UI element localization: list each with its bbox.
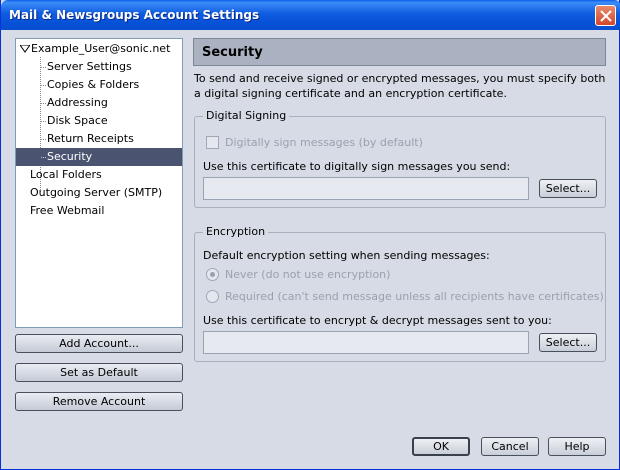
close-button[interactable] — [595, 5, 616, 26]
tree-item-label: Outgoing Server (SMTP) — [30, 186, 163, 199]
remove-account-button[interactable]: Remove Account — [15, 392, 183, 411]
encryption-group: Encryption Default encryption setting wh… — [194, 225, 606, 362]
tree-item-label: Return Receipts — [47, 132, 134, 145]
tree-item-server-settings[interactable]: Server Settings — [41, 58, 182, 76]
tree-item-label: Free Webmail — [30, 204, 105, 217]
tree-item-account[interactable]: Example_User@sonic.net — [16, 40, 182, 58]
panel-header: Security — [193, 38, 606, 66]
ok-button[interactable]: OK — [412, 437, 470, 456]
expand-twisty-icon[interactable] — [20, 45, 30, 53]
sign-messages-label: Digitally sign messages (by default) — [225, 136, 423, 149]
tree-item-outgoing-server[interactable]: Outgoing Server (SMTP) — [30, 184, 182, 202]
tree-branch — [41, 139, 46, 140]
tree-branch — [41, 85, 46, 86]
set-as-default-button[interactable]: Set as Default — [15, 363, 183, 382]
tree-item-addressing[interactable]: Addressing — [41, 94, 182, 112]
encryption-cert-field[interactable] — [203, 331, 529, 354]
signing-cert-field[interactable] — [203, 177, 529, 200]
tree-item-label: Addressing — [47, 96, 108, 109]
tree-item-label: Example_User@sonic.net — [31, 42, 171, 55]
encryption-cert-label: Use this certificate to encrypt & decryp… — [203, 314, 552, 327]
tree-item-copies-folders[interactable]: Copies & Folders — [41, 76, 182, 94]
encryption-required-radio[interactable] — [206, 290, 219, 303]
tree-item-free-webmail[interactable]: Free Webmail — [30, 202, 182, 220]
encryption-default-label: Default encryption setting when sending … — [203, 249, 490, 262]
encryption-never-label: Never (do not use encryption) — [225, 268, 391, 281]
close-icon — [600, 10, 612, 22]
tree-item-label: Disk Space — [47, 114, 108, 127]
tree-item-label: Copies & Folders — [47, 78, 140, 91]
tree-branch — [41, 121, 46, 122]
tree-item-label: Server Settings — [47, 60, 132, 73]
title-bar[interactable]: Mail & Newsgroups Account Settings — [1, 0, 620, 30]
tree-item-disk-space[interactable]: Disk Space — [41, 112, 182, 130]
encryption-required-label: Required (can't send message unless all … — [225, 290, 604, 303]
tree-branch — [41, 103, 46, 104]
signing-select-button[interactable]: Select... — [539, 179, 597, 198]
panel-title: Security — [202, 45, 263, 60]
add-account-button[interactable]: Add Account... — [15, 334, 183, 353]
tree-item-return-receipts[interactable]: Return Receipts — [41, 130, 182, 148]
sign-messages-checkbox[interactable] — [206, 136, 219, 149]
tree-item-local-folders[interactable]: Local Folders — [30, 166, 182, 184]
signing-cert-label: Use this certificate to digitally sign m… — [203, 160, 511, 173]
panel-description: To send and receive signed or encrypted … — [194, 72, 606, 100]
tree-item-label: Security — [47, 150, 93, 163]
encryption-legend: Encryption — [203, 225, 269, 238]
window-title: Mail & Newsgroups Account Settings — [9, 8, 260, 22]
help-button[interactable]: Help — [548, 437, 606, 456]
encryption-select-button[interactable]: Select... — [539, 333, 597, 352]
tree-item-security[interactable]: Security — [16, 148, 182, 166]
encryption-never-radio[interactable] — [206, 268, 219, 281]
tree-item-label: Local Folders — [30, 168, 102, 181]
tree-branch — [41, 67, 46, 68]
cancel-button[interactable]: Cancel — [481, 437, 539, 456]
digital-signing-group: Digital Signing Digitally sign messages … — [194, 109, 606, 208]
dialog-window: Mail & Newsgroups Account Settings Examp… — [0, 0, 620, 470]
tree-branch — [41, 157, 46, 158]
account-tree[interactable]: Example_User@sonic.net Server Settings C… — [15, 38, 183, 328]
digital-signing-legend: Digital Signing — [203, 109, 290, 122]
